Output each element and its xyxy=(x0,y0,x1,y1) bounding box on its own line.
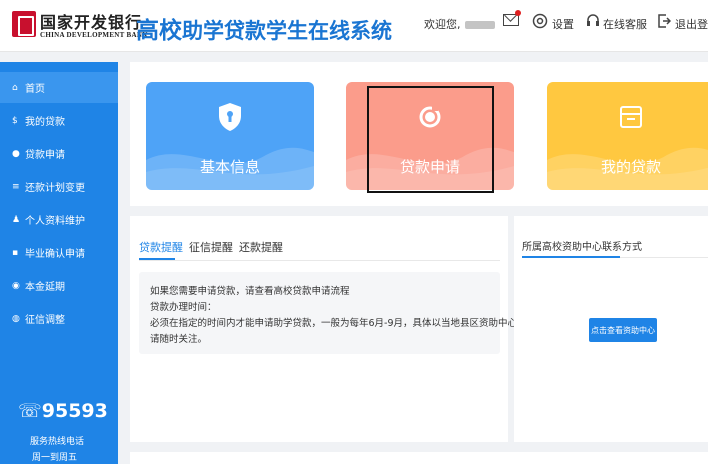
notice-line-4: 请随时关注。 xyxy=(150,334,208,345)
sidebar-item-label: 个人资料维护 xyxy=(25,216,85,227)
hotline-label: 服务热线电话 xyxy=(30,437,85,447)
contact-title-indicator xyxy=(522,256,620,258)
tab-repayment-reminder[interactable]: 还款提醒 xyxy=(239,239,283,255)
card-basic-info[interactable]: 基本信息 xyxy=(146,82,314,190)
sidebar-item-label: 贷款申请 xyxy=(25,150,65,161)
sidebar-item-repayment-change[interactable]: ≡ 还款计划变更 xyxy=(0,171,118,202)
sidebar-item-label: 毕业确认申请 xyxy=(25,249,85,260)
sidebar-item-loan-apply[interactable]: ● 贷款申请 xyxy=(0,138,118,169)
system-title-emphasis: 高校 xyxy=(136,18,182,44)
sidebar-item-label: 首页 xyxy=(25,84,45,95)
list-icon: ≡ xyxy=(12,181,20,192)
money-icon: $ xyxy=(12,115,18,126)
username-masked xyxy=(464,21,495,29)
clock-icon: ◉ xyxy=(12,280,20,291)
shield-icon xyxy=(219,103,241,131)
welcome-text: 欢迎您, xyxy=(424,16,495,32)
card-label: 基本信息 xyxy=(199,158,260,176)
hotline-number: ☏95593 xyxy=(18,400,108,422)
online-service-link[interactable]: 在线客服 xyxy=(603,16,647,32)
wallet-icon xyxy=(620,106,642,128)
settings-link[interactable]: 设置 xyxy=(552,16,574,32)
unread-badge xyxy=(515,10,521,16)
sidebar-item-my-loans[interactable]: $ 我的贷款 xyxy=(0,105,118,136)
contact-title-divider xyxy=(620,257,708,258)
logout-icon[interactable] xyxy=(657,13,671,29)
sidebar-item-label: 还款计划变更 xyxy=(25,183,85,194)
bottom-panel xyxy=(130,452,708,464)
contact-panel-title: 所属高校资助中心联系方式 xyxy=(522,242,642,253)
sidebar-item-label: 征信调整 xyxy=(25,315,65,326)
apply-icon: ● xyxy=(12,148,20,159)
headset-icon[interactable] xyxy=(586,13,600,29)
hotline-hours: 周一到周五 xyxy=(32,453,78,463)
sidebar-item-credit[interactable]: ◍ 征信调整 xyxy=(0,303,118,334)
card-label: 我的贷款 xyxy=(600,158,661,176)
system-title: 高校助学贷款学生在线系统 xyxy=(136,11,392,45)
sidebar-item-profile[interactable]: ♟ 个人资料维护 xyxy=(0,204,118,235)
tab-loan-reminder[interactable]: 贷款提醒 xyxy=(139,239,183,255)
home-icon: ⌂ xyxy=(12,82,18,93)
card-my-loans[interactable]: 我的贷款 xyxy=(547,82,708,190)
sidebar-item-home[interactable]: ⌂ 首页 xyxy=(0,72,118,103)
welcome-label: 欢迎您, xyxy=(424,18,461,31)
logo-english: CHINA DEVELOPMENT BANK xyxy=(40,31,148,39)
credit-icon: ◍ xyxy=(12,313,20,324)
sidebar-item-label: 我的贷款 xyxy=(25,117,65,128)
sidebar-item-graduation[interactable]: ▪ 毕业确认申请 xyxy=(0,237,118,268)
notice-line-1: 如果您需要申请贷款，请查看高校贷款申请流程 xyxy=(150,286,350,297)
grad-icon: ▪ xyxy=(12,247,19,258)
sidebar-item-label: 本金延期 xyxy=(25,282,65,293)
system-title-rest: 助学贷款学生在线系统 xyxy=(182,19,392,43)
sidebar-item-deferral[interactable]: ◉ 本金延期 xyxy=(0,270,118,301)
bank-logo-icon xyxy=(12,11,36,37)
tab-credit-reminder[interactable]: 征信提醒 xyxy=(189,239,233,255)
sidebar: ⌂ 首页 $ 我的贷款 ● 贷款申请 ≡ 还款计划变更 ♟ 个人资料维护 ▪ 毕业确认申请 … xyxy=(0,62,118,464)
user-icon: ♟ xyxy=(12,214,21,225)
tab-divider xyxy=(139,260,500,261)
highlight-box xyxy=(367,86,494,193)
logo-chinese: 国家开发银行 xyxy=(40,13,143,32)
notice-line-2: 贷款办理时间： xyxy=(150,302,217,313)
view-aid-center-button[interactable]: 点击查看资助中心 xyxy=(589,318,657,342)
logout-link[interactable]: 退出登录 xyxy=(675,16,708,32)
settings-icon[interactable] xyxy=(531,12,549,30)
header: 国家开发银行 CHINA DEVELOPMENT BANK 高校助学贷款学生在线… xyxy=(0,0,708,52)
